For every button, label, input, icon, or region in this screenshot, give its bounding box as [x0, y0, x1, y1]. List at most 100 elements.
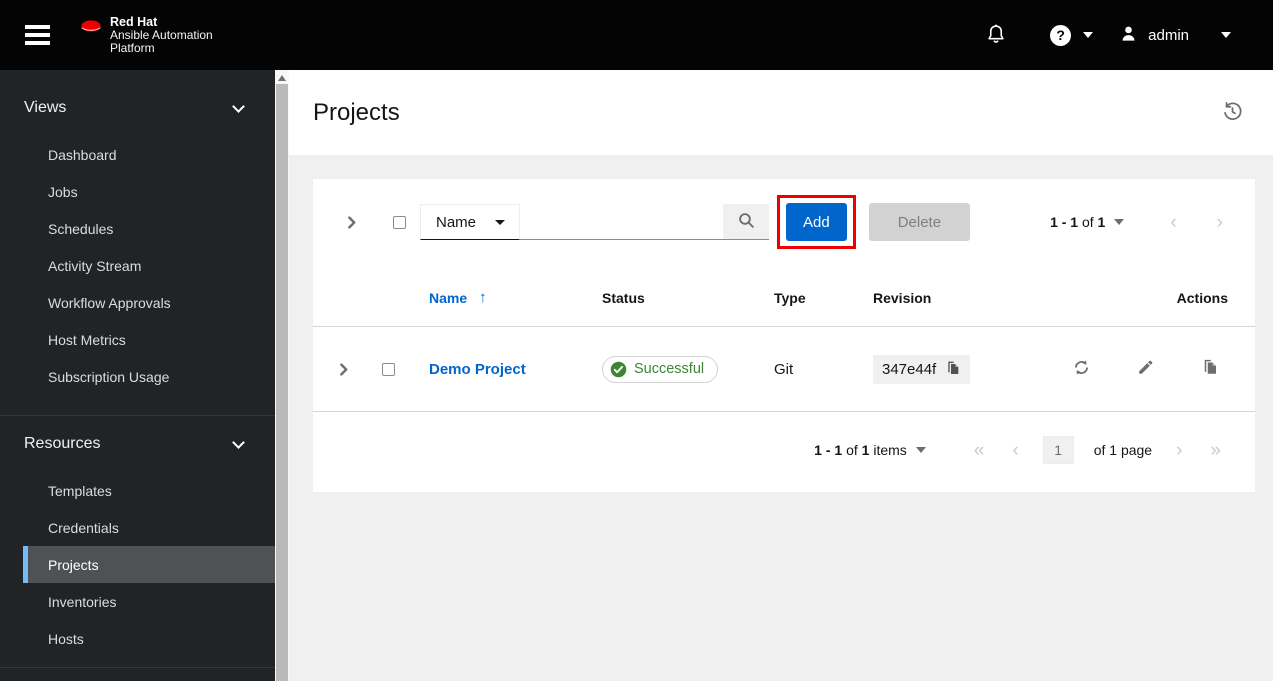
sidebar-item-host-metrics[interactable]: Host Metrics — [23, 321, 275, 358]
row-expand-button[interactable] — [329, 351, 357, 387]
section-label: Resources — [24, 435, 101, 452]
brand-logo: Red Hat Ansible Automation Platform — [78, 14, 213, 55]
content-area: Name Add Delete 1 - 1 of 1 ‹ › Name ↑ St… — [289, 155, 1273, 681]
next-page-button[interactable]: › — [1213, 213, 1227, 232]
sync-project-button[interactable] — [1072, 358, 1091, 380]
search-input[interactable] — [520, 204, 723, 240]
pagination-items-label: items — [869, 442, 907, 458]
bell-icon — [986, 23, 1006, 48]
redhat-hat-icon — [78, 16, 104, 40]
row-actions — [1056, 358, 1255, 380]
check-circle-icon — [610, 361, 627, 378]
sidebar-item-credentials[interactable]: Credentials — [23, 509, 275, 546]
angle-left-icon: ‹ — [1170, 211, 1177, 233]
top-pagination: 1 - 1 of 1 ‹ › — [1050, 213, 1227, 232]
caret-down-icon — [1114, 219, 1125, 225]
user-icon — [1119, 24, 1138, 47]
sidebar-item-projects[interactable]: Projects — [23, 546, 275, 583]
brand-line3: Platform — [110, 40, 155, 55]
sidebar-item-hosts[interactable]: Hosts — [23, 620, 275, 657]
table-row: Demo Project Successful Git 347e44f — [313, 327, 1255, 412]
edit-project-button[interactable] — [1137, 358, 1155, 380]
chevron-down-icon — [1083, 32, 1094, 38]
copy-revision-button[interactable] — [945, 360, 961, 379]
brand-line2: Ansible Automation — [110, 27, 213, 42]
column-header-type: Type — [774, 289, 806, 306]
last-page-button[interactable]: » — [1206, 441, 1225, 460]
angle-left-icon: ‹ — [1012, 439, 1019, 461]
items-per-page-dropdown[interactable]: 1 - 1 of 1 items — [814, 442, 926, 458]
angle-right-icon: › — [1176, 439, 1183, 461]
pagination-of: of — [1078, 214, 1098, 230]
chevron-down-icon — [232, 435, 245, 449]
column-header-revision: Revision — [873, 289, 932, 306]
scrollbar-up-arrow[interactable] — [278, 75, 286, 81]
revision-chip: 347e44f — [873, 354, 971, 384]
sidebar-item-activity-stream[interactable]: Activity Stream — [23, 247, 275, 284]
angle-double-left-icon: « — [973, 439, 985, 461]
status-badge[interactable]: Successful — [602, 355, 719, 383]
project-name-link[interactable]: Demo Project — [429, 361, 526, 378]
sync-icon — [1072, 358, 1091, 380]
header-label: Name — [429, 289, 468, 306]
search-button[interactable] — [723, 204, 769, 240]
add-button[interactable]: Add — [786, 203, 847, 241]
column-header-actions: Actions — [1176, 289, 1228, 306]
sidebar-item-subscription-usage[interactable]: Subscription Usage — [23, 358, 275, 395]
projects-list-card: Name Add Delete 1 - 1 of 1 ‹ › Name ↑ St… — [313, 179, 1255, 492]
main-content: Projects Name Add Delete 1 - 1 of 1 ‹ › … — [289, 70, 1273, 681]
chevron-down-icon — [232, 99, 245, 113]
pagination-range: 1 - 1 — [814, 442, 843, 458]
sidebar-section-views[interactable]: Views — [0, 88, 275, 128]
sidebar-item-templates[interactable]: Templates — [23, 472, 275, 509]
notifications-button[interactable] — [986, 23, 1006, 48]
per-page-dropdown[interactable]: 1 - 1 of 1 — [1050, 214, 1125, 230]
brand-name: Red Hat — [110, 14, 158, 29]
pagination-total: 1 — [1097, 214, 1106, 230]
help-menu-button[interactable]: ? — [1050, 24, 1094, 46]
nav-toggle-button[interactable] — [14, 15, 60, 55]
copy-project-button[interactable] — [1201, 358, 1219, 380]
project-type: Git — [774, 360, 794, 378]
revision-value: 347e44f — [882, 360, 937, 378]
delete-button[interactable]: Delete — [868, 203, 971, 241]
pencil-icon — [1137, 358, 1155, 380]
help-icon: ? — [1050, 24, 1072, 46]
table-header-row: Name ↑ Status Type Revision Actions — [313, 265, 1255, 327]
expand-all-button[interactable] — [329, 204, 373, 240]
page-title: Projects — [313, 98, 400, 126]
next-page-button[interactable]: › — [1172, 441, 1186, 460]
history-button[interactable] — [1222, 101, 1243, 125]
current-page-input[interactable]: 1 — [1042, 436, 1074, 464]
pagination-range: 1 - 1 — [1050, 214, 1079, 230]
list-toolbar: Name Add Delete 1 - 1 of 1 ‹ › — [313, 179, 1255, 265]
sidebar-nav: Views Dashboard Jobs Schedules Activity … — [0, 70, 275, 681]
select-all-checkbox[interactable] — [393, 215, 406, 229]
prev-page-button[interactable]: ‹ — [1166, 213, 1180, 232]
filter-key-label: Name — [436, 213, 477, 231]
page-of-label: of 1 page — [1093, 442, 1153, 458]
filter-key-dropdown[interactable]: Name — [420, 204, 520, 240]
first-page-button[interactable]: « — [970, 441, 989, 460]
sort-ascending-icon: ↑ — [479, 289, 487, 306]
column-header-status: Status — [602, 289, 645, 306]
sidebar-item-jobs[interactable]: Jobs — [23, 173, 275, 210]
sidebar-item-schedules[interactable]: Schedules — [23, 210, 275, 247]
copy-icon — [945, 360, 961, 379]
copy-icon — [1201, 358, 1219, 380]
user-menu-button[interactable]: admin — [1119, 24, 1231, 47]
sidebar-item-dashboard[interactable]: Dashboard — [23, 136, 275, 173]
status-label: Successful — [634, 361, 705, 377]
content-scrollbar[interactable] — [275, 70, 289, 681]
search-icon — [738, 212, 755, 232]
sidebar-item-inventories[interactable]: Inventories — [23, 583, 275, 620]
row-checkbox[interactable] — [382, 362, 395, 376]
scrollbar-thumb[interactable] — [276, 84, 288, 681]
column-header-name[interactable]: Name ↑ — [429, 289, 602, 306]
prev-page-button[interactable]: ‹ — [1008, 441, 1022, 460]
page-header: Projects — [289, 70, 1273, 155]
sidebar-section-resources[interactable]: Resources — [0, 424, 275, 464]
sidebar-divider — [0, 667, 275, 668]
bottom-pagination: 1 - 1 of 1 items « ‹ 1 of 1 page › » — [313, 412, 1255, 492]
sidebar-item-workflow-approvals[interactable]: Workflow Approvals — [23, 284, 275, 321]
